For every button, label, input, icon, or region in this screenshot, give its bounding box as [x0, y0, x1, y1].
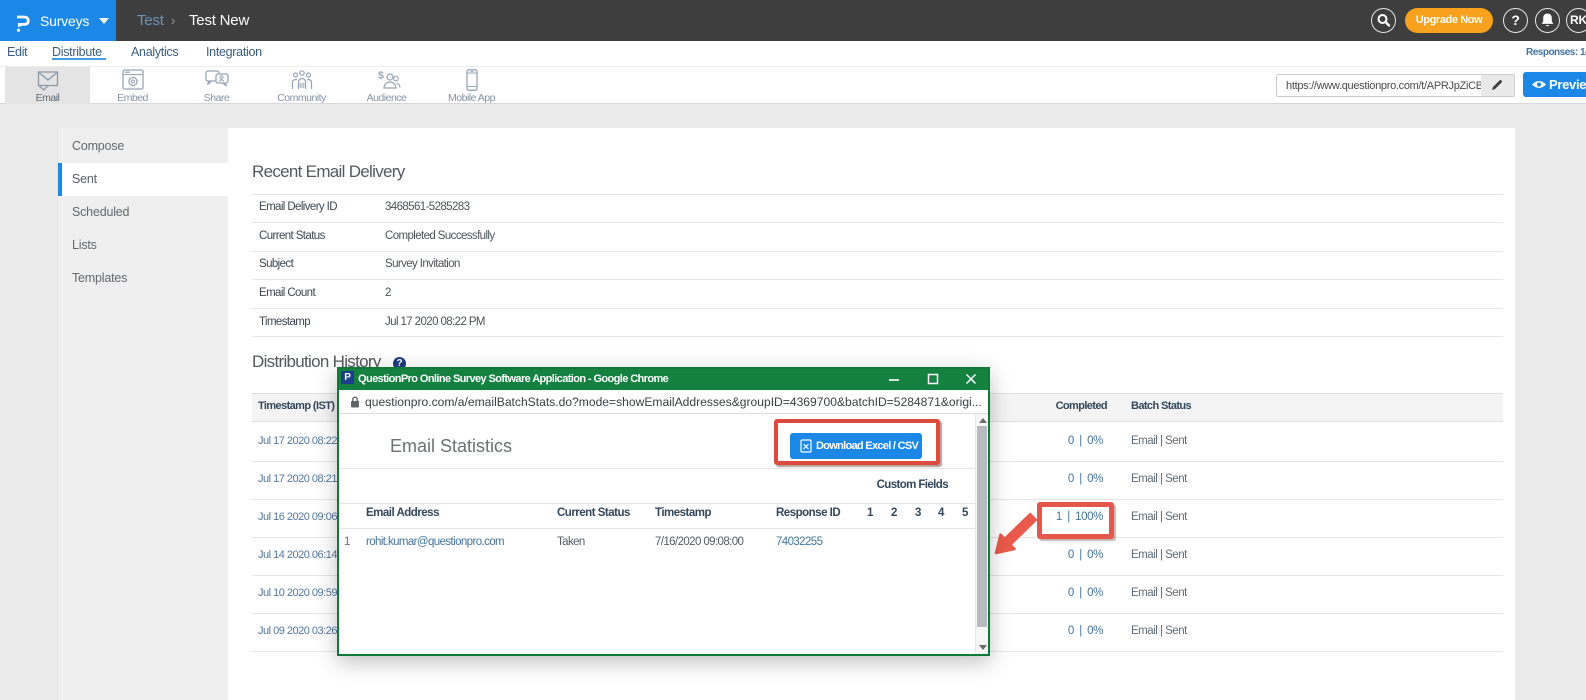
svg-text:$: $	[378, 70, 384, 82]
